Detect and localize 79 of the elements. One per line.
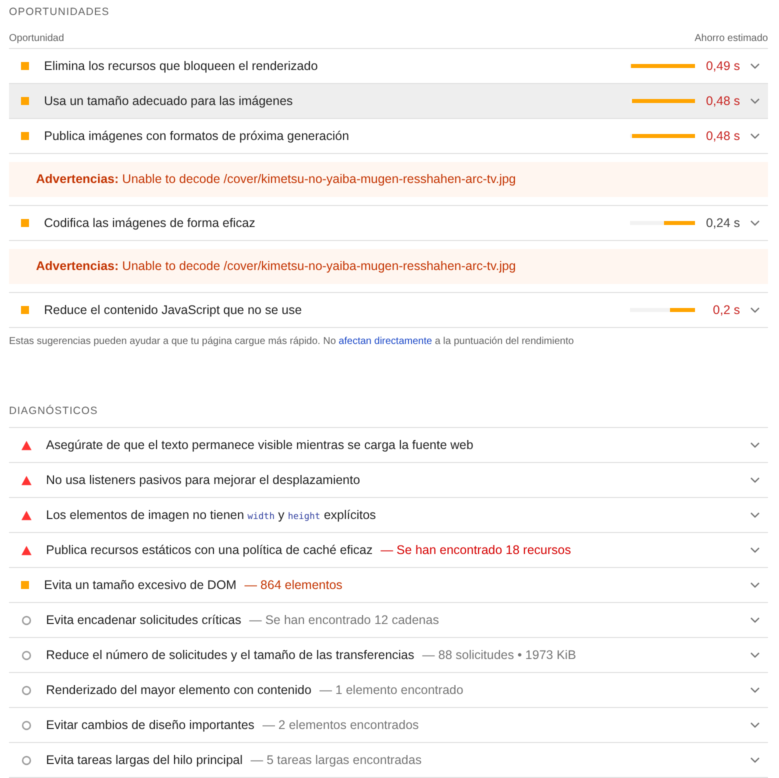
section-heading: DIAGNÓSTICOS [9, 399, 768, 428]
audit-title: Evitar cambios de diseño importantes [46, 718, 254, 732]
chevron-down-icon[interactable] [750, 307, 760, 313]
footnote: Estas sugerencias pueden ayudar a que tu página cargue más rápido. No afectan directamente a la puntuación del rendimiento [9, 335, 575, 347]
audit-detail: — 1 elemento encontrado [319, 683, 464, 697]
triangle-icon [21, 510, 32, 520]
column-header: Oportunidad [9, 32, 64, 44]
audit-detail: — 2 elementos encontrados [262, 718, 419, 732]
section-heading: OPORTUNIDADES [9, 5, 111, 20]
chevron-down-icon[interactable] [750, 687, 760, 693]
savings-value: 0,49 s [704, 59, 740, 73]
audit-title: Asegúrate de que el texto permanece visible mientras se carga la fuente web [46, 438, 474, 452]
audit-title: Evita un tamaño excesivo de DOM [44, 578, 236, 592]
triangle-icon [21, 544, 32, 556]
warning-square-icon [21, 581, 29, 589]
chevron-down-icon[interactable] [750, 442, 760, 448]
audit-detail: — 88 solicitudes • 1973 KiB [422, 648, 576, 662]
audit-title: Los elementos de imagen no tienen width y height explícitos [46, 508, 376, 522]
circle-icon [21, 684, 32, 696]
audit-title: Usa un tamaño adecuado para las imágenes [44, 94, 294, 108]
chevron-down-icon[interactable] [750, 512, 760, 518]
warning-square-icon [21, 306, 29, 314]
circle-icon [21, 754, 32, 766]
chevron-down-icon[interactable] [750, 133, 760, 139]
footnote-link[interactable]: afectan directamente [338, 336, 432, 347]
audit-title: Evita encadenar solicitudes críticas [46, 613, 242, 627]
circle-icon [21, 650, 32, 660]
audit-detail: — Se han encontrado 18 recursos [380, 543, 571, 557]
circle-icon [21, 720, 32, 730]
chevron-down-icon[interactable] [750, 652, 760, 658]
diagnostic-row[interactable]: No usa listeners pasivos para mejorar el desplazamiento [9, 463, 768, 498]
audit-title: Evita tareas largas del hilo principal [46, 753, 243, 767]
triangle-icon [21, 474, 32, 486]
audit-title: Publica imágenes con formatos de próxima generación [44, 129, 350, 143]
audit-detail: — Se han encontrado 12 cadenas [249, 613, 439, 627]
diagnostic-row[interactable]: Evitar cambios de diseño importantes — 2 elementos encontrados [9, 708, 768, 743]
diagnostic-row[interactable]: Reduce el número de solicitudes y el tamaño de las transferencias — 88 solicitudes • 1973 KiB [9, 638, 768, 673]
chevron-down-icon[interactable] [750, 63, 760, 69]
warning-message: Advertencias: Unable to decode /cover/kimetsu-no-yaiba-mugen-resshahen-arc-tv.jpg [9, 249, 768, 284]
chevron-down-icon[interactable] [750, 477, 760, 483]
audit-detail: — 864 elementos [244, 578, 342, 592]
savings-value: 0,48 s [704, 94, 740, 108]
chevron-down-icon[interactable] [750, 547, 760, 553]
diagnostic-row[interactable]: Evita un tamaño excesivo de DOM — 864 elementos [9, 568, 768, 603]
circle-icon [21, 614, 32, 626]
diagnostic-row[interactable]: Los elementos de imagen no tienen width y height explícitos [9, 498, 768, 533]
savings-value: 0,24 s [704, 216, 740, 230]
audit-title: Reduce el contenido JavaScript que no se use [44, 303, 303, 317]
warning-message: Advertencias: Unable to decode /cover/kimetsu-no-yaiba-mugen-resshahen-arc-tv.jpg [9, 162, 768, 197]
chevron-down-icon[interactable] [750, 617, 760, 623]
audit-title: Publica recursos estáticos con una política de caché eficaz [46, 543, 373, 557]
column-header: Ahorro estimado [694, 32, 768, 44]
triangle-icon [21, 440, 32, 450]
diagnostic-row[interactable]: Renderizado del mayor elemento con contenido — 1 elemento encontrado [9, 673, 768, 708]
savings-value: 0,2 s [712, 303, 740, 317]
diagnostic-row[interactable]: Evita tareas largas del hilo principal — 5 tareas largas encontradas [9, 743, 768, 778]
chevron-down-icon[interactable] [750, 582, 760, 588]
audit-detail: — 5 tareas largas encontradas [250, 753, 422, 767]
audit-row[interactable]: Codifica las imágenes de forma eficaz 0,24 s [9, 205, 768, 241]
warning-square-icon [21, 62, 29, 70]
audit-title: Renderizado del mayor elemento con contenido [46, 683, 312, 697]
audit-row[interactable]: Reduce el contenido JavaScript que no se use 0,2 s [9, 292, 768, 328]
diagnostic-row[interactable]: Evita encadenar solicitudes críticas — Se han encontrado 12 cadenas [9, 603, 768, 638]
diagnostic-row[interactable]: Publica recursos estáticos con una política de caché eficaz — Se han encontrado 18 recursos [9, 533, 768, 568]
audit-title: Reduce el número de solicitudes y el tamaño de las transferencias [46, 648, 414, 662]
audit-row[interactable]: Publica imágenes con formatos de próxima generación 0,48 s [9, 119, 768, 154]
chevron-down-icon[interactable] [750, 757, 760, 763]
audit-row[interactable]: Usa un tamaño adecuado para las imágenes 0,48 s [9, 84, 768, 119]
diagnostic-row[interactable]: Asegúrate de que el texto permanece visible mientras se carga la fuente web [9, 428, 768, 463]
chevron-down-icon[interactable] [750, 220, 760, 226]
warning-square-icon [21, 97, 29, 105]
warning-square-icon [21, 219, 29, 227]
audit-title: No usa listeners pasivos para mejorar el desplazamiento [46, 473, 360, 487]
audit-title: Codifica las imágenes de forma eficaz [44, 216, 256, 230]
chevron-down-icon[interactable] [750, 98, 760, 104]
savings-value: 0,48 s [704, 129, 740, 143]
audit-title: Elimina los recursos que bloqueen el renderizado [44, 59, 319, 73]
chevron-down-icon[interactable] [750, 722, 760, 728]
warning-square-icon [21, 132, 29, 140]
